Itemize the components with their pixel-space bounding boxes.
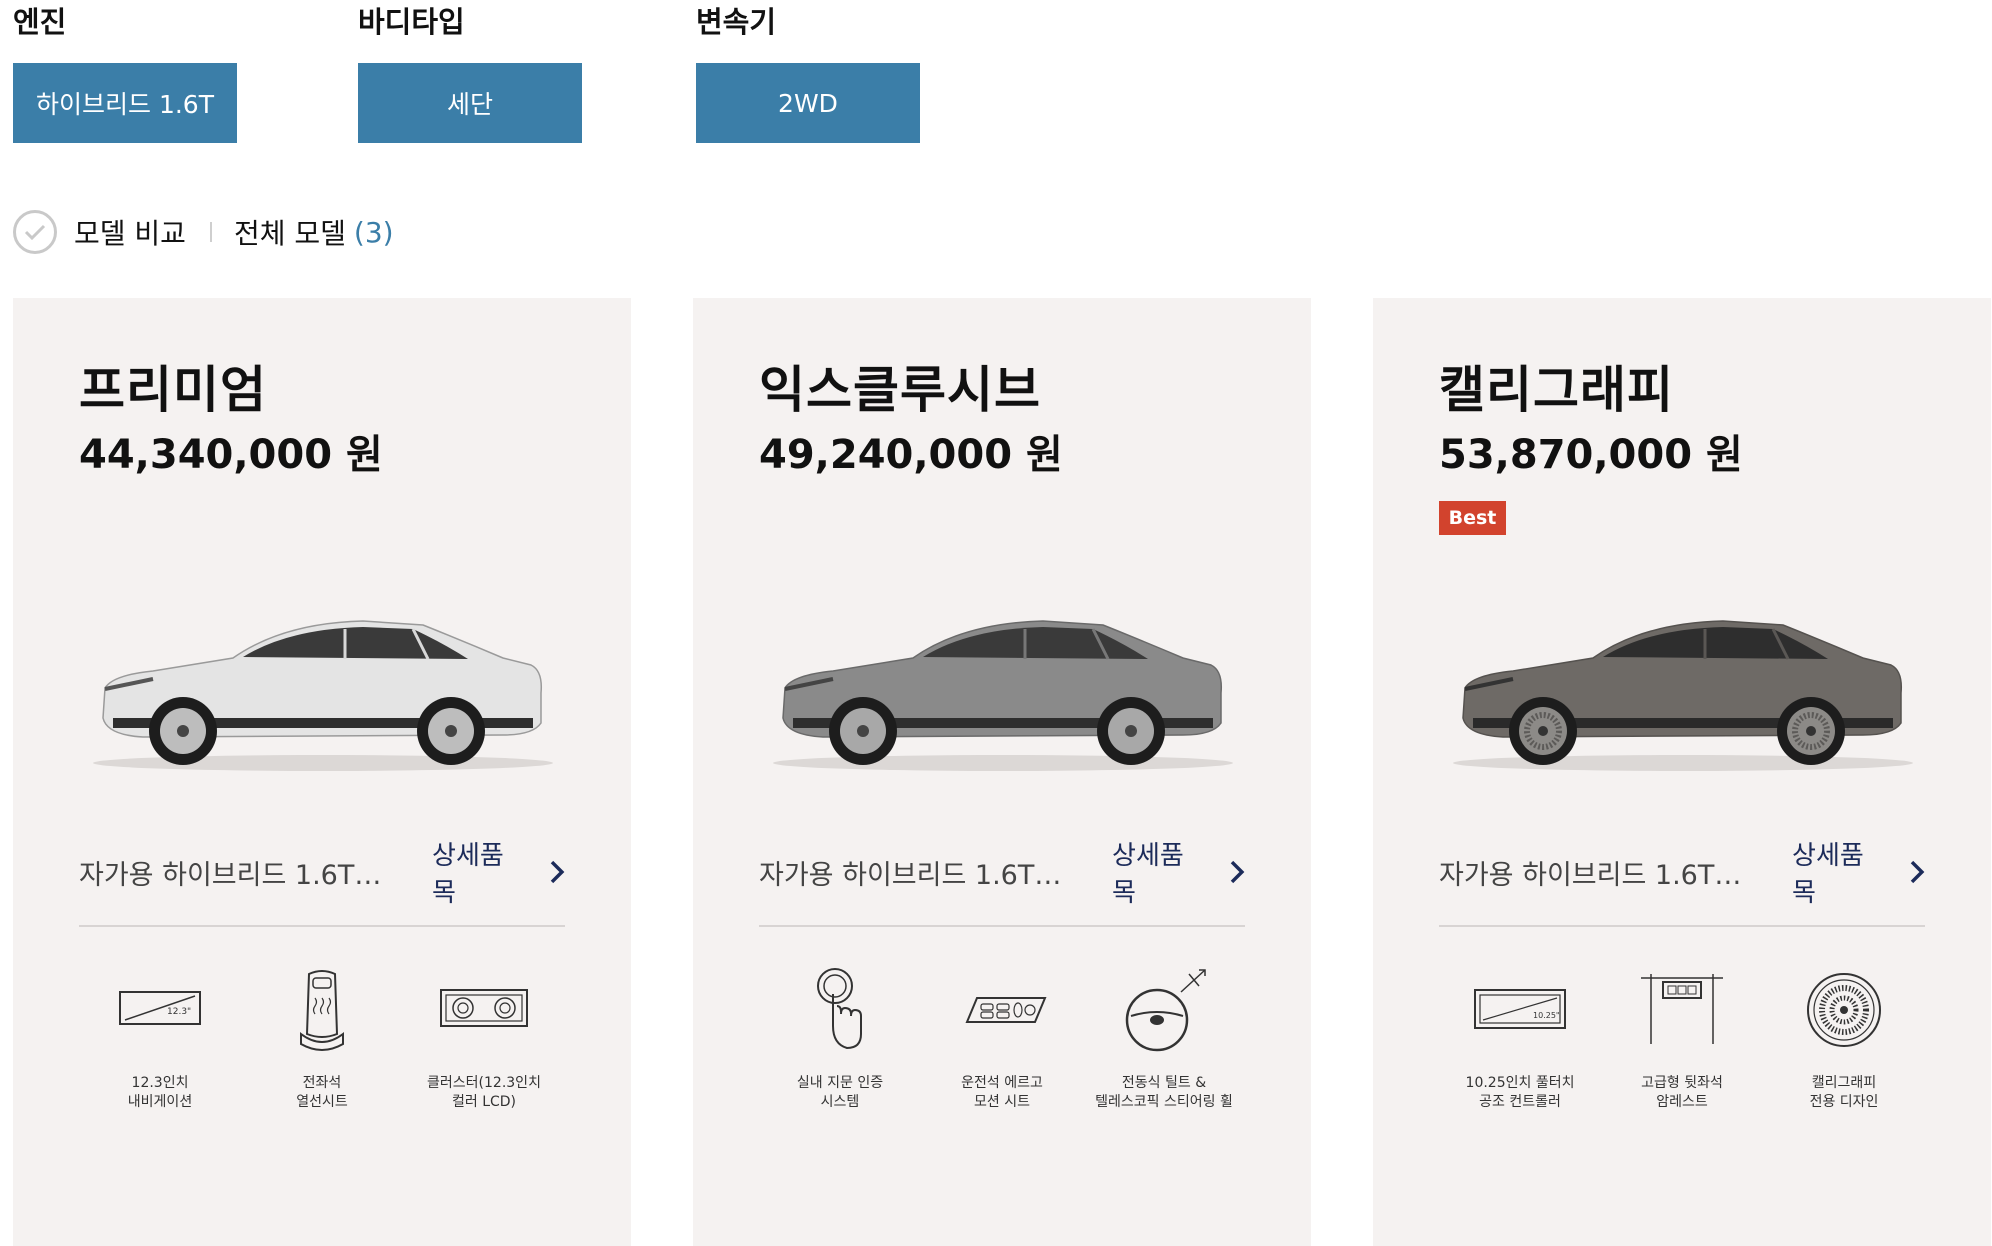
- divider: [1439, 925, 1925, 927]
- feature-text: 10.25인치 풀터치 공조 컨트롤러: [1445, 1074, 1595, 1112]
- trim-description: 자가용 하이브리드 1.6T…: [1439, 859, 1742, 891]
- body-type-filter-button[interactable]: 세단: [358, 63, 582, 143]
- divider: [79, 925, 565, 927]
- best-badge: Best: [1439, 501, 1506, 535]
- feature-item: 전좌석 열선시트: [241, 964, 403, 1112]
- engine-filter-button[interactable]: 하이브리드 1.6T: [13, 63, 237, 143]
- detail-items-label[interactable]: 상세품목: [432, 835, 527, 909]
- feature-text: 전좌석 열선시트: [247, 1074, 397, 1112]
- transmission-filter: 변속기 2WD: [696, 0, 920, 143]
- feature-list: 12.3" 12.3인치 내비게이션 전좌석 열선시트 클러스터(12.3인치 …: [79, 964, 565, 1112]
- feature-line2: 시스템: [820, 1094, 860, 1110]
- feature-item: 12.3" 12.3인치 내비게이션: [79, 964, 241, 1112]
- steering-wheel-icon: [1125, 969, 1206, 1052]
- feature-text: 고급형 뒷좌석 암레스트: [1607, 1074, 1757, 1112]
- feature-item: 클러스터(12.3인치 컬러 LCD): [403, 964, 565, 1112]
- feature-line2: 전용 디자인: [1809, 1094, 1879, 1110]
- transmission-filter-button[interactable]: 2WD: [696, 63, 920, 143]
- feature-line1: 12.3인치: [131, 1075, 189, 1091]
- feature-list: 10.25" 10.25인치 풀터치 공조 컨트롤러 고급형 뒷좌석 암레스트: [1439, 964, 1925, 1112]
- cluster-lcd-icon: [440, 989, 528, 1027]
- compare-row: 모델 비교 전체 모델 (3): [13, 208, 394, 256]
- chevron-right-icon[interactable]: [1229, 859, 1245, 885]
- feature-item: 캘리그래피 전용 디자인: [1763, 964, 1925, 1112]
- feature-text: 실내 지문 인증 시스템: [765, 1074, 915, 1112]
- all-models-count: (3): [353, 215, 394, 249]
- car-image: [93, 620, 553, 771]
- all-models-label: 전체 모델: [233, 217, 346, 250]
- separator: [209, 222, 212, 242]
- trim-price: 49,240,000 원: [759, 432, 1063, 478]
- ergo-seat-icon: [965, 997, 1047, 1023]
- trim-description: 자가용 하이브리드 1.6T…: [759, 859, 1062, 891]
- divider: [759, 925, 1245, 927]
- trim-description: 자가용 하이브리드 1.6T…: [79, 859, 382, 891]
- trim-description-row: 자가용 하이브리드 1.6T… 상세품목: [759, 841, 1245, 908]
- feature-item: 고급형 뒷좌석 암레스트: [1601, 964, 1763, 1112]
- feature-item: 10.25" 10.25인치 풀터치 공조 컨트롤러: [1439, 964, 1601, 1112]
- screen-size-text: 12.3": [167, 1007, 191, 1017]
- checkmark-icon: [24, 224, 46, 240]
- feature-line1: 운전석 에르고: [961, 1075, 1043, 1091]
- transmission-filter-label: 변속기: [696, 5, 777, 39]
- screen-size-text: 10.25": [1533, 1011, 1560, 1020]
- feature-line2: 암레스트: [1656, 1094, 1708, 1110]
- trim-description-row: 자가용 하이브리드 1.6T… 상세품목: [1439, 841, 1925, 908]
- feature-item: 전동식 틸트 & 텔레스코픽 스티어링 휠: [1083, 964, 1245, 1112]
- detail-items-link[interactable]: 상세품목: [1112, 835, 1245, 909]
- feature-text: 클러스터(12.3인치 컬러 LCD): [409, 1074, 559, 1112]
- feature-line1: 전동식 틸트 &: [1121, 1075, 1207, 1091]
- calligraphy-wheel-icon: [1807, 973, 1881, 1047]
- detail-items-label[interactable]: 상세품목: [1112, 835, 1207, 909]
- trim-description-row: 자가용 하이브리드 1.6T… 상세품목: [79, 841, 565, 908]
- feature-line1: 캘리그래피: [1811, 1075, 1877, 1091]
- trim-price: 44,340,000 원: [79, 432, 383, 478]
- chevron-right-icon[interactable]: [1909, 859, 1925, 885]
- trim-name: 캘리그래피: [1439, 361, 1674, 419]
- engine-filter-label: 엔진: [13, 5, 67, 39]
- heated-seat-icon: [300, 970, 344, 1051]
- trim-card-premium[interactable]: 프리미엄 44,340,000 원 자가용 하이브리드 1.6T… 상세품목 1…: [13, 298, 631, 1246]
- feature-line2: 열선시트: [296, 1094, 348, 1110]
- compare-label[interactable]: 모델 비교: [74, 212, 186, 252]
- climate-control-icon: 10.25": [1474, 989, 1566, 1029]
- feature-text: 캘리그래피 전용 디자인: [1769, 1074, 1919, 1112]
- feature-text: 운전석 에르고 모션 시트: [927, 1074, 1077, 1112]
- detail-items-label[interactable]: 상세품목: [1792, 835, 1887, 909]
- body-type-filter: 바디타입 세단: [358, 0, 582, 143]
- trim-card-exclusive[interactable]: 익스클루시브 49,240,000 원 자가용 하이브리드 1.6T… 상세품목: [693, 298, 1311, 1246]
- chevron-right-icon[interactable]: [549, 859, 565, 885]
- fingerprint-button-icon: [817, 968, 862, 1050]
- trim-price: 53,870,000 원: [1439, 432, 1743, 478]
- feature-line1: 고급형 뒷좌석: [1641, 1075, 1723, 1091]
- feature-line2: 컬러 LCD): [451, 1094, 517, 1110]
- detail-items-link[interactable]: 상세품목: [1792, 835, 1925, 909]
- feature-list: 실내 지문 인증 시스템 운전석 에르고 모션 시트 전동식 틸트 & 텔레스코…: [759, 964, 1245, 1112]
- compare-checkbox[interactable]: [13, 210, 57, 254]
- feature-item: 실내 지문 인증 시스템: [759, 964, 921, 1112]
- feature-line2: 모션 시트: [974, 1094, 1030, 1110]
- feature-line2: 내비게이션: [127, 1094, 193, 1110]
- feature-line1: 클러스터(12.3인치: [427, 1075, 541, 1091]
- feature-line1: 전좌석: [302, 1075, 342, 1091]
- rear-armrest-icon: [1641, 974, 1723, 1044]
- trim-card-calligraphy[interactable]: 캘리그래피 53,870,000 원 Best 자가용 하이브리드 1.6T… …: [1373, 298, 1991, 1246]
- feature-line2: 공조 컨트롤러: [1479, 1094, 1561, 1110]
- feature-line2: 텔레스코픽 스티어링 휠: [1095, 1094, 1233, 1110]
- feature-text: 12.3인치 내비게이션: [85, 1074, 235, 1112]
- navigation-screen-icon: 12.3": [119, 991, 201, 1025]
- engine-filter: 엔진 하이브리드 1.6T: [13, 0, 237, 143]
- feature-line1: 실내 지문 인증: [796, 1075, 884, 1091]
- feature-item: 운전석 에르고 모션 시트: [921, 964, 1083, 1112]
- trim-name: 익스클루시브: [759, 361, 1041, 419]
- feature-text: 전동식 틸트 & 텔레스코픽 스티어링 휠: [1089, 1074, 1239, 1112]
- trim-name: 프리미엄: [79, 361, 267, 419]
- car-image: [1453, 620, 1913, 771]
- car-image: [773, 620, 1233, 771]
- feature-line1: 10.25인치 풀터치: [1465, 1075, 1575, 1091]
- detail-items-link[interactable]: 상세품목: [432, 835, 565, 909]
- body-type-filter-label: 바디타입: [358, 5, 465, 39]
